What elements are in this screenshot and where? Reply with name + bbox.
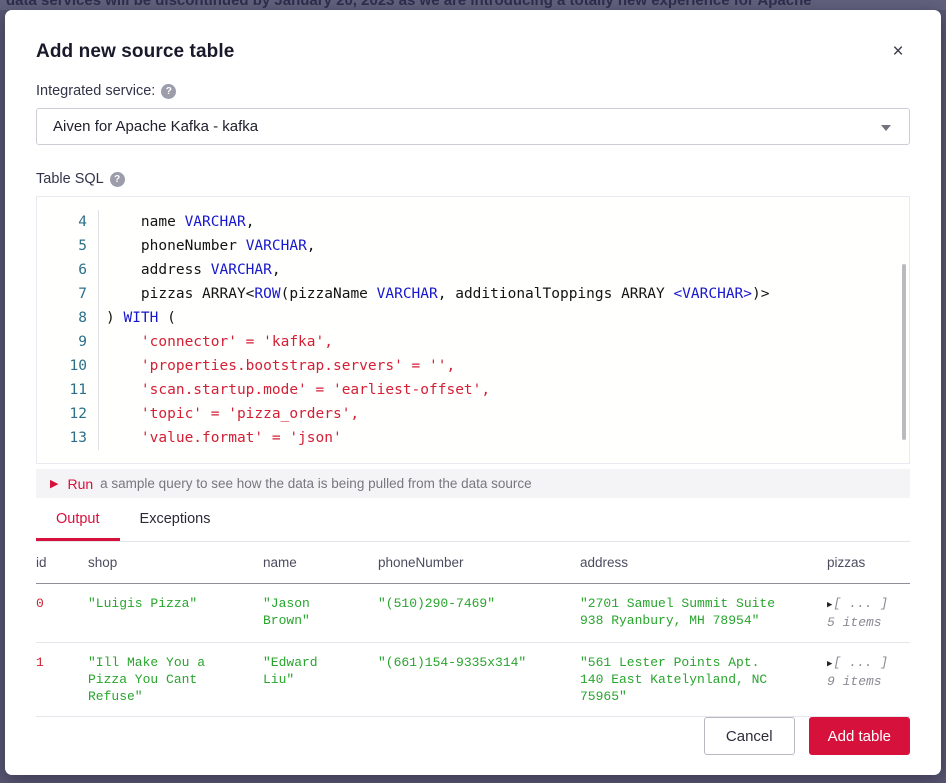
code-text: 'connector' = 'kafka', <box>99 330 333 354</box>
table-row: 1"Ill Make You a Pizza You Cant Refuse""… <box>36 643 910 717</box>
modal-title: Add new source table <box>36 41 910 63</box>
array-preview-text: [ ... ] <box>833 655 888 670</box>
run-button[interactable]: ▶ Run <box>50 476 93 492</box>
cell-address: "561 Lester Points Apt. 140 East Katelyn… <box>580 643 827 716</box>
expand-array-icon[interactable]: ▶ <box>827 659 832 669</box>
tab-exceptions[interactable]: Exceptions <box>120 500 231 541</box>
run-description: a sample query to see how the data is be… <box>100 476 532 491</box>
line-number: 8 <box>37 306 99 330</box>
result-tabs: Output Exceptions <box>36 500 910 542</box>
tab-output[interactable]: Output <box>36 500 120 541</box>
code-line: 13 'value.format' = 'json' <box>37 426 909 450</box>
column-header-phonenumber: phoneNumber <box>378 542 580 583</box>
cell-pizzas: ▶[ ... ]9 items <box>827 643 910 716</box>
expand-array-icon[interactable]: ▶ <box>827 600 832 610</box>
code-line: 10 'properties.bootstrap.servers' = '', <box>37 354 909 378</box>
output-table-body: 0"Luigis Pizza""Jason Brown""(510)290-74… <box>36 584 910 717</box>
pizzas-array-preview: ▶[ ... ] <box>827 654 892 673</box>
background-text: data services will be discontinued by Ja… <box>6 0 812 9</box>
array-preview-text: [ ... ] <box>833 596 888 611</box>
code-line: 5 phoneNumber VARCHAR, <box>37 234 909 258</box>
column-header-name: name <box>263 542 378 583</box>
modal-footer: Cancel Add table <box>704 717 910 755</box>
table-row: 0"Luigis Pizza""Jason Brown""(510)290-74… <box>36 584 910 643</box>
line-number: 6 <box>37 258 99 282</box>
add-table-button[interactable]: Add table <box>809 717 910 755</box>
pizzas-array-preview: ▶[ ... ] <box>827 595 892 614</box>
cell-shop: "Luigis Pizza" <box>88 584 263 642</box>
code-text: 'properties.bootstrap.servers' = '', <box>99 354 455 378</box>
code-line: 7 pizzas ARRAY<ROW(pizzaName VARCHAR, ad… <box>37 282 909 306</box>
table-sql-label: Table SQL <box>36 171 104 187</box>
play-icon: ▶ <box>50 477 58 490</box>
integrated-service-select[interactable]: Aiven for Apache Kafka - kafka <box>36 108 910 145</box>
code-text: name VARCHAR, <box>99 210 254 234</box>
code-text: pizzas ARRAY<ROW(pizzaName VARCHAR, addi… <box>99 282 770 306</box>
cell-shop: "Ill Make You a Pizza You Cant Refuse" <box>88 643 263 716</box>
run-bar: ▶ Run a sample query to see how the data… <box>36 469 910 498</box>
cell-name: "Jason Brown" <box>263 584 378 642</box>
column-header-shop: shop <box>88 542 263 583</box>
code-text: address VARCHAR, <box>99 258 281 282</box>
code-text: 'topic' = 'pizza_orders', <box>99 402 359 426</box>
code-line: 8) WITH ( <box>37 306 909 330</box>
cell-id: 0 <box>36 584 88 642</box>
table-sql-field: Table SQL ? 4 name VARCHAR,5 phoneNumber… <box>36 171 910 464</box>
cancel-button[interactable]: Cancel <box>704 717 795 755</box>
help-icon[interactable]: ? <box>110 172 125 187</box>
code-line: 4 name VARCHAR, <box>37 210 909 234</box>
code-text: 'value.format' = 'json' <box>99 426 342 450</box>
line-number: 12 <box>37 402 99 426</box>
modal-header: Add new source table × <box>36 10 910 63</box>
cell-id: 1 <box>36 643 88 716</box>
chevron-down-icon <box>881 125 891 131</box>
line-number: 4 <box>37 210 99 234</box>
line-number: 9 <box>37 330 99 354</box>
column-header-pizzas: pizzas <box>827 542 910 583</box>
integrated-service-field: Integrated service: ? Aiven for Apache K… <box>36 83 910 145</box>
line-number: 11 <box>37 378 99 402</box>
code-line: 12 'topic' = 'pizza_orders', <box>37 402 909 426</box>
array-item-count: 5 items <box>827 614 892 631</box>
run-label: Run <box>67 476 93 492</box>
line-number: 7 <box>37 282 99 306</box>
cell-phonenumber: "(510)290-7469" <box>378 584 580 642</box>
code-line: 9 'connector' = 'kafka', <box>37 330 909 354</box>
integrated-service-value: Aiven for Apache Kafka - kafka <box>53 118 258 135</box>
code-line: 11 'scan.startup.mode' = 'earliest-offse… <box>37 378 909 402</box>
code-text: phoneNumber VARCHAR, <box>99 234 316 258</box>
add-source-table-modal: Add new source table × Integrated servic… <box>5 10 941 775</box>
line-number: 13 <box>37 426 99 450</box>
code-line: 6 address VARCHAR, <box>37 258 909 282</box>
integrated-service-label: Integrated service: <box>36 83 155 99</box>
cell-pizzas: ▶[ ... ]5 items <box>827 584 910 642</box>
code-text: ) WITH ( <box>99 306 176 330</box>
background-page-clipped-text: data services will be discontinued by Ja… <box>0 0 946 10</box>
array-item-count: 9 items <box>827 673 892 690</box>
editor-scrollbar-thumb[interactable] <box>902 264 906 440</box>
output-table-header: id shop name phoneNumber address pizzas <box>36 542 910 584</box>
cell-name: "Edward Liu" <box>263 643 378 716</box>
line-number: 10 <box>37 354 99 378</box>
column-header-address: address <box>580 542 827 583</box>
code-text: 'scan.startup.mode' = 'earliest-offset', <box>99 378 490 402</box>
line-number: 5 <box>37 234 99 258</box>
cell-address: "2701 Samuel Summit Suite 938 Ryanbury, … <box>580 584 827 642</box>
column-header-id: id <box>36 542 88 583</box>
help-icon[interactable]: ? <box>161 84 176 99</box>
sql-code-editor[interactable]: 4 name VARCHAR,5 phoneNumber VARCHAR,6 a… <box>36 196 910 464</box>
close-icon[interactable]: × <box>886 40 910 64</box>
cell-phonenumber: "(661)154-9335x314" <box>378 643 580 716</box>
output-table: id shop name phoneNumber address pizzas … <box>36 542 910 717</box>
